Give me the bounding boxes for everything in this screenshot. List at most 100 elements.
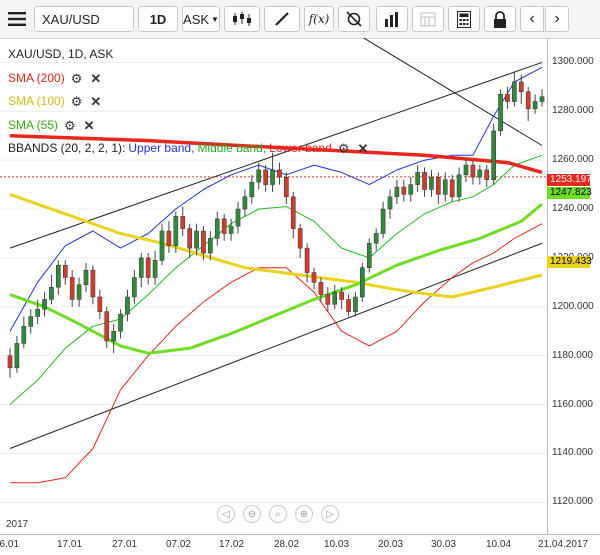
crosshair-button[interactable] — [338, 6, 370, 32]
candle-body — [436, 177, 441, 195]
calendar-button[interactable] — [412, 6, 444, 32]
candle-body — [145, 257, 151, 278]
scroll-left-icon: ◁ — [222, 508, 230, 520]
crosshair-icon — [346, 11, 362, 27]
candle-body — [518, 81, 524, 93]
candle-body — [532, 101, 538, 110]
price-tick-label: 1280.000 — [552, 105, 594, 117]
candle-body — [173, 216, 179, 246]
gear-icon[interactable]: ⚙ — [64, 114, 76, 138]
bbands-upper-label: Upper band, — [128, 141, 195, 155]
candle-body — [35, 308, 40, 317]
candle-body — [166, 230, 172, 246]
draw-button[interactable] — [264, 6, 300, 32]
date-tick-label: 06.01 — [0, 539, 20, 550]
candle-body — [263, 169, 268, 185]
candle-body — [346, 299, 351, 312]
candle-body — [373, 233, 379, 244]
candle-body — [505, 93, 510, 102]
date-tick-label: 17.02 — [219, 539, 245, 550]
close-icon[interactable]: ✕ — [358, 137, 369, 161]
candle-body — [194, 230, 199, 249]
candle-body — [463, 164, 469, 176]
scroll-left-button[interactable]: ◁ — [217, 505, 235, 523]
candle-body — [318, 282, 324, 295]
calculator-button[interactable] — [448, 6, 480, 32]
candle-body — [235, 208, 241, 227]
sma100-label: SMA (100) — [8, 94, 65, 108]
timeframe-button[interactable]: 1D — [138, 6, 178, 32]
close-icon[interactable]: ✕ — [84, 114, 95, 138]
calendar-icon — [420, 12, 436, 27]
symbol-selector[interactable]: XAU/USD — [34, 6, 134, 32]
price-tick-label: 1240.000 — [552, 203, 594, 215]
symbol-label: XAU/USD — [42, 11, 100, 27]
gear-icon[interactable]: ⚙ — [71, 90, 83, 114]
price-tick-label: 1160.000 — [552, 398, 593, 410]
zoom-reset-button[interactable]: ⌕ — [269, 505, 287, 523]
legend-sma200[interactable]: SMA (200) ⚙ ✕ — [8, 67, 368, 91]
sma100-line — [9, 192, 543, 299]
chart-title: XAU/USD, 1D, ASK — [8, 47, 114, 61]
candle-body — [401, 186, 407, 195]
sma55-label: SMA (55) — [8, 117, 59, 132]
candle-body — [7, 355, 13, 369]
price-tick-label: 1120.000 — [552, 496, 593, 508]
candle-body — [429, 177, 434, 190]
candle-body — [277, 169, 282, 178]
price-tick-label: 1140.000 — [552, 447, 593, 459]
chart-type-button[interactable] — [224, 6, 260, 32]
sma100-price-badge: 1219.433 — [547, 256, 592, 268]
bbands-middle-label: Middle band, — [197, 141, 267, 155]
candle-body — [415, 172, 420, 185]
lock-icon — [494, 10, 506, 28]
volume-button[interactable] — [376, 6, 408, 32]
legend-sma100[interactable]: SMA (100) ⚙ ✕ — [8, 90, 368, 114]
candle-body — [297, 228, 303, 249]
sma200-label: SMA (200) — [8, 70, 65, 85]
candle-body — [470, 164, 476, 178]
gear-icon[interactable]: ⚙ — [338, 137, 350, 161]
chevron-right-icon: › — [554, 10, 560, 27]
candle-body — [422, 172, 427, 190]
draw-line-icon — [275, 12, 289, 26]
candle-body — [270, 169, 275, 185]
scroll-right-button[interactable]: ▷ — [321, 505, 339, 523]
price-type-label: ASK — [183, 11, 210, 27]
trend-channel-line — [9, 242, 543, 449]
scroll-back-button[interactable]: ‹ — [520, 6, 544, 32]
bbands-lower-line — [10, 223, 543, 484]
candle-body — [201, 230, 206, 254]
candle-body — [249, 181, 255, 198]
candle-body — [449, 179, 455, 198]
candle-body — [387, 196, 393, 210]
close-icon[interactable]: ✕ — [90, 67, 101, 91]
date-tick-label: 30.03 — [431, 539, 457, 550]
candle-body — [491, 130, 496, 180]
zoom-reset-icon: ⌕ — [275, 508, 281, 520]
legend-sma55[interactable]: SMA (55) ⚙ ✕ — [8, 114, 368, 138]
candle-body — [539, 96, 545, 102]
scroll-forward-button[interactable]: › — [545, 6, 569, 32]
zoom-out-button[interactable]: ⊖ — [243, 505, 261, 523]
zoom-in-button[interactable]: ⊕ — [295, 505, 313, 523]
lock-button[interactable] — [484, 6, 516, 32]
candle-body — [104, 311, 110, 342]
price-type-button[interactable]: ASK ▼ — [182, 6, 220, 32]
function-icon: f(x) — [308, 12, 330, 26]
candle-body — [56, 264, 61, 288]
close-icon[interactable]: ✕ — [90, 90, 101, 114]
candle-body — [442, 179, 448, 195]
date-tick-label: 20.03 — [378, 539, 404, 550]
candle-body — [284, 177, 289, 198]
indicators-button[interactable]: f(x) — [304, 6, 334, 32]
date-tick-label: 27.01 — [112, 539, 138, 550]
toolbar: XAU/USD 1D ASK ▼ f(x) ‹ › — [0, 0, 600, 39]
menu-button[interactable] — [4, 6, 30, 32]
candle-body — [28, 316, 34, 327]
legend-bbands[interactable]: BBANDS (20, 2, 2, 1): Upper band, Middle… — [8, 137, 368, 161]
gear-icon[interactable]: ⚙ — [71, 67, 83, 91]
chevron-left-icon: ‹ — [529, 10, 535, 27]
chevron-down-icon: ▼ — [211, 14, 219, 24]
candle-body — [360, 267, 365, 298]
